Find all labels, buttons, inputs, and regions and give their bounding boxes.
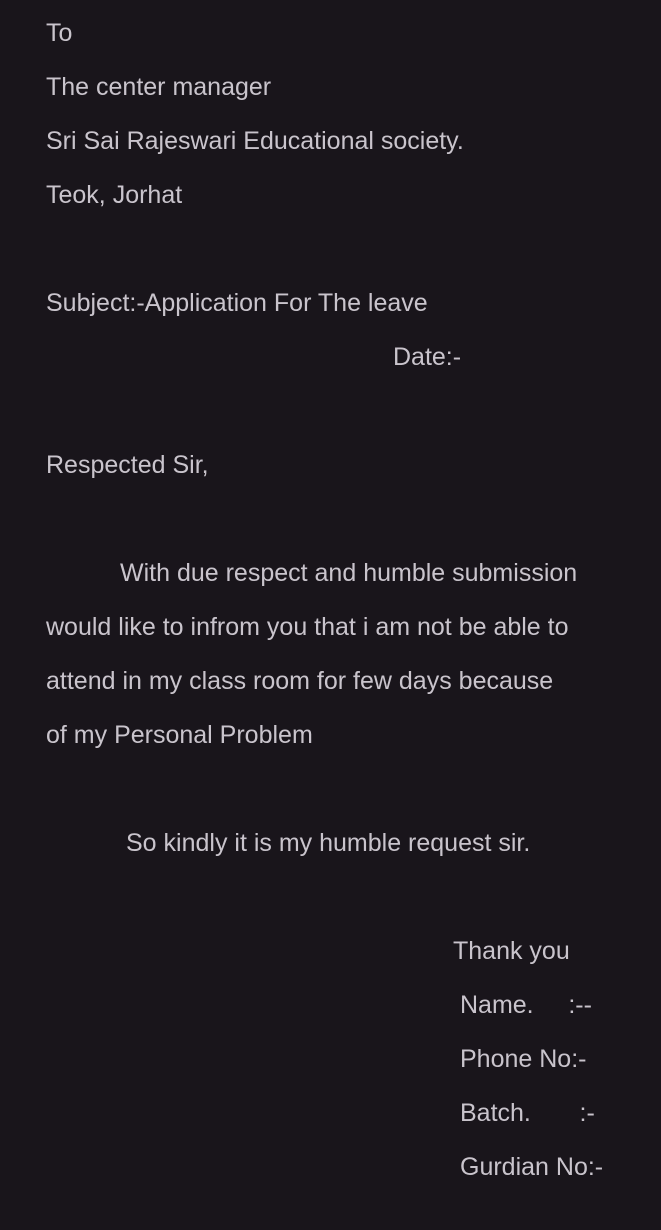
subject-line: Subject:-Application For The leave bbox=[46, 289, 428, 317]
date-field: Date:- bbox=[393, 343, 462, 371]
phone-field: Phone No:- bbox=[460, 1045, 587, 1073]
closing-thank-you: Thank you bbox=[453, 937, 570, 965]
body-line-1: With due respect and humble submission bbox=[120, 559, 578, 587]
guardian-field: Gurdian No:- bbox=[460, 1153, 604, 1181]
organization-location: Teok, Jorhat bbox=[46, 181, 183, 209]
recipient-title: The center manager bbox=[46, 73, 272, 101]
addressee-to: To bbox=[46, 19, 73, 47]
name-field: Name. :-- bbox=[460, 991, 592, 1019]
batch-field: Batch. :- bbox=[460, 1099, 595, 1127]
body-line-3: attend in my class room for few days bec… bbox=[46, 667, 554, 695]
salutation: Respected Sir, bbox=[46, 451, 209, 479]
request-line: So kindly it is my humble request sir. bbox=[126, 829, 531, 857]
body-line-4: of my Personal Problem bbox=[46, 721, 313, 749]
body-line-2: would like to infrom you that i am not b… bbox=[46, 613, 569, 641]
leave-application-letter: To The center manager Sri Sai Rajeswari … bbox=[0, 0, 661, 1230]
organization-name: Sri Sai Rajeswari Educational society. bbox=[46, 127, 464, 155]
